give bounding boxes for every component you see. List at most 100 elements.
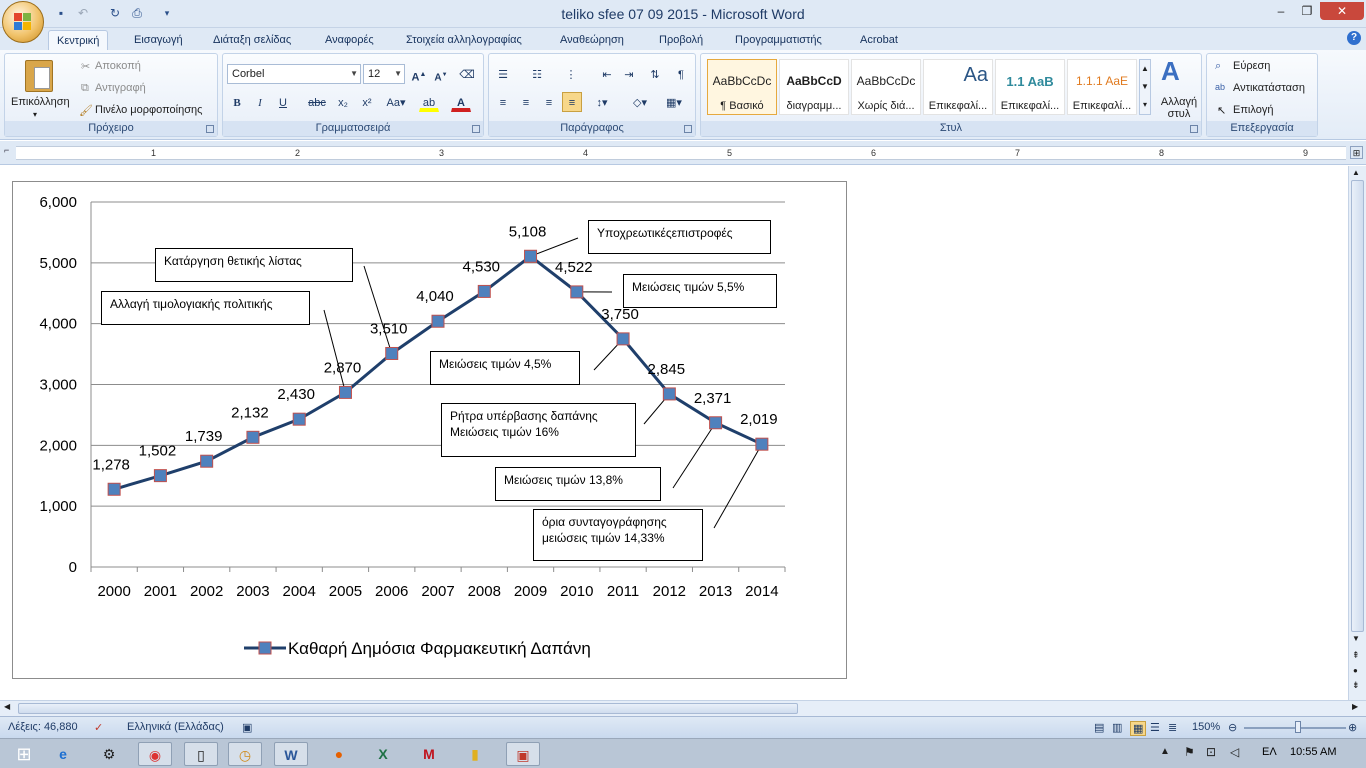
excel-icon[interactable]: X: [366, 742, 400, 766]
format-painter-button[interactable]: Πινέλο μορφοποίησης: [95, 104, 202, 116]
volume-icon[interactable]: ◁: [1230, 745, 1239, 759]
horizontal-scroll-thumb[interactable]: [18, 703, 798, 714]
tab-acrobat[interactable]: Acrobat: [852, 30, 906, 50]
next-page-icon[interactable]: ⇟: [1352, 680, 1360, 691]
tab-view[interactable]: Προβολή: [651, 30, 711, 50]
clear-formatting-icon[interactable]: ⌫: [457, 64, 477, 84]
help-icon[interactable]: ?: [1347, 31, 1361, 45]
word-icon[interactable]: W: [274, 742, 308, 766]
ruler-strip[interactable]: 1 2 3 4 5 6 7 8 9: [16, 146, 1346, 160]
outline-icon[interactable]: ☰: [1150, 721, 1160, 734]
flag-icon[interactable]: ⚑: [1184, 745, 1195, 759]
proofing-icon[interactable]: ✓: [94, 721, 103, 734]
decrease-indent-icon[interactable]: ⇤: [597, 64, 617, 84]
justify-icon[interactable]: ≡: [562, 92, 582, 112]
show-hidden-icons-icon[interactable]: ▲: [1160, 746, 1170, 757]
align-right-icon[interactable]: ≡: [539, 92, 559, 112]
select-browse-object-icon[interactable]: ●: [1353, 666, 1358, 675]
change-styles-icon[interactable]: A: [1161, 56, 1180, 87]
style-heading-1[interactable]: Aa Επικεφαλί...: [923, 59, 993, 115]
clock[interactable]: 10:55 AM: [1290, 746, 1336, 758]
scroll-left-icon[interactable]: ◀: [4, 702, 10, 711]
app-m-icon[interactable]: M: [412, 742, 446, 766]
full-screen-reading-icon[interactable]: ▥: [1112, 721, 1122, 734]
paste-dropdown-icon[interactable]: ▾: [33, 110, 37, 119]
previous-page-icon[interactable]: ⇞: [1352, 650, 1360, 661]
tab-insert[interactable]: Εισαγωγή: [126, 30, 191, 50]
restore-button[interactable]: ❐: [1294, 2, 1320, 20]
ruler[interactable]: ⌐ 1 2 3 4 5 6 7 8 9 ⊞: [0, 141, 1366, 165]
align-left-icon[interactable]: ≡: [493, 92, 513, 112]
tab-home[interactable]: Κεντρική: [48, 30, 109, 50]
increase-indent-icon[interactable]: ⇥: [619, 64, 639, 84]
tab-developer[interactable]: Προγραμματιστής: [727, 30, 830, 50]
language-status[interactable]: Ελληνικά (Ελλάδας): [127, 721, 224, 733]
web-layout-icon[interactable]: ▦: [1130, 721, 1147, 736]
clock-app-icon[interactable]: ◷: [228, 742, 262, 766]
screenshot-icon[interactable]: ▣: [506, 742, 540, 766]
firefox-icon[interactable]: ●: [322, 742, 356, 766]
tab-mailings[interactable]: Στοιχεία αλληλογραφίας: [398, 30, 530, 50]
copy-button[interactable]: Αντιγραφή: [95, 82, 146, 94]
highlight-icon[interactable]: ab: [419, 92, 439, 112]
paste-icon[interactable]: [25, 60, 53, 92]
scroll-right-icon[interactable]: ▶: [1352, 702, 1358, 711]
numbering-icon[interactable]: ☷: [527, 64, 547, 84]
styles-launcher-icon[interactable]: [1190, 125, 1198, 133]
style-heading-3[interactable]: 1.1.1 AaE Επικεφαλί...: [1067, 59, 1137, 115]
tab-page-layout[interactable]: Διάταξη σελίδας: [205, 30, 299, 50]
find-button[interactable]: Εύρεση: [1233, 60, 1270, 72]
zoom-out-icon[interactable]: ⊖: [1228, 721, 1237, 734]
style-heading-2[interactable]: 1.1 AaB Επικεφαλί...: [995, 59, 1065, 115]
paragraph-launcher-icon[interactable]: [684, 125, 692, 133]
notepad-icon[interactable]: ▯: [184, 742, 218, 766]
show-formatting-icon[interactable]: ¶: [671, 64, 691, 84]
shrink-font-icon[interactable]: A▼: [431, 64, 451, 84]
style-no-spacing[interactable]: AaBbCcDc Χωρίς διά...: [851, 59, 921, 115]
superscript-icon[interactable]: x²: [357, 92, 377, 112]
network-icon[interactable]: ⊡: [1206, 745, 1216, 759]
draft-icon[interactable]: ≣: [1168, 721, 1177, 734]
shading-icon[interactable]: ◇▾: [627, 92, 653, 112]
clipboard-launcher-icon[interactable]: [206, 125, 214, 133]
styles-scroll-icon[interactable]: ▲ ▼ ▾: [1139, 59, 1151, 115]
word-count[interactable]: Λέξεις: 46,880: [8, 721, 78, 733]
print-layout-icon[interactable]: ▤: [1094, 721, 1104, 734]
scroll-down-icon[interactable]: ▼: [1352, 634, 1360, 643]
underline-icon[interactable]: U: [273, 92, 293, 112]
font-name-combo[interactable]: Corbel ▼: [227, 64, 361, 84]
folder-icon[interactable]: ▮: [458, 742, 492, 766]
replace-button[interactable]: Αντικατάσταση: [1233, 82, 1305, 94]
horizontal-scrollbar[interactable]: ◀ ▶: [0, 700, 1366, 716]
subscript-icon[interactable]: x₂: [333, 92, 353, 112]
strikethrough-icon[interactable]: abc: [307, 92, 327, 112]
office-button[interactable]: [2, 1, 44, 43]
chart[interactable]: 0 1,000 2,000 3,000 4,000 5,000 6,000 2000 2001 2…: [12, 181, 847, 679]
start-icon[interactable]: ⊞: [4, 742, 44, 766]
change-styles-button[interactable]: Αλλαγή στυλ: [1159, 96, 1199, 120]
vertical-scrollbar[interactable]: ▲ ▼ ⇞ ● ⇟: [1348, 166, 1366, 700]
zoom-slider-thumb[interactable]: [1295, 721, 1301, 733]
select-button[interactable]: Επιλογή: [1233, 104, 1273, 116]
bold-icon[interactable]: B: [227, 92, 247, 112]
change-case-icon[interactable]: Aa▾: [383, 92, 409, 112]
tab-review[interactable]: Αναθεώρηση: [552, 30, 632, 50]
font-size-combo[interactable]: 12 ▼: [363, 64, 405, 84]
ie-icon[interactable]: e: [46, 742, 80, 766]
multilevel-list-icon[interactable]: ⋮: [561, 64, 581, 84]
tab-references[interactable]: Αναφορές: [317, 30, 382, 50]
font-launcher-icon[interactable]: [472, 125, 480, 133]
tab-selector-icon[interactable]: ⌐: [4, 145, 14, 159]
cut-button[interactable]: Αποκοπή: [95, 60, 141, 72]
italic-icon[interactable]: I: [250, 92, 270, 112]
grow-font-icon[interactable]: A▲: [409, 64, 429, 84]
chrome-icon[interactable]: ◉: [138, 742, 172, 766]
zoom-in-icon[interactable]: ⊕: [1348, 721, 1357, 734]
bullets-icon[interactable]: ☰: [493, 64, 513, 84]
control-panel-icon[interactable]: ⚙: [92, 742, 126, 766]
scroll-up-icon[interactable]: ▲: [1352, 168, 1360, 177]
style-diagram[interactable]: AaBbCcD διαγραμμ...: [779, 59, 849, 115]
align-center-icon[interactable]: ≡: [516, 92, 536, 112]
zoom-level[interactable]: 150%: [1192, 721, 1220, 733]
paste-button[interactable]: Επικόλληση: [11, 96, 70, 108]
